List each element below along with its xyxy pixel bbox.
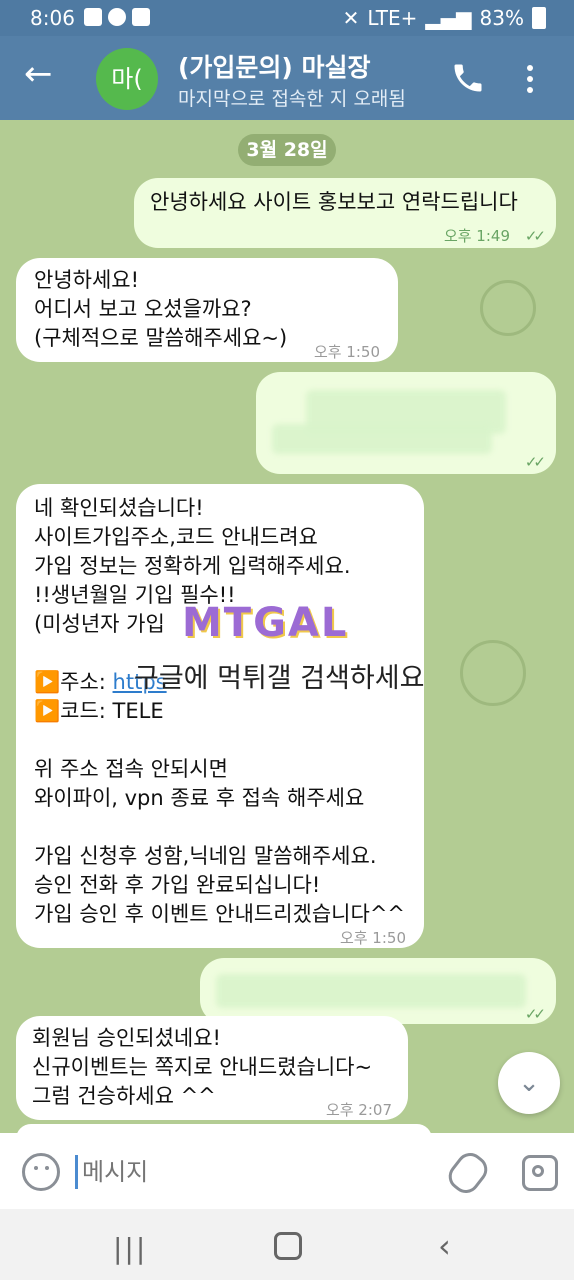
mute-icon: ✕ (342, 6, 360, 30)
watermark-caption: 구글에 먹튀갤 검색하세요 (134, 663, 425, 694)
watermark-logo: MTGAL (182, 600, 349, 646)
system-navigation-bar: ||| ‹ (0, 1209, 574, 1280)
message-line: 사이트가입주소,코드 안내드려요 (34, 525, 318, 549)
text-cursor (75, 1155, 78, 1189)
double-check-icon: ✓✓ (524, 227, 546, 245)
phone-icon[interactable] (450, 60, 486, 96)
chat-header: ← 마( (가입문의) 마실장 마지막으로 접속한 지 오래됨 (0, 36, 574, 120)
home-icon[interactable] (274, 1232, 302, 1260)
message-time: 오후 2:07 (325, 1101, 392, 1119)
message-bubble-incoming[interactable]: 회원님 승인되셨네요! 신규이벤트는 쪽지로 안내드렸습니다~ 그럼 건승하세요… (16, 1016, 408, 1120)
arrow-left-icon[interactable]: ← (24, 54, 53, 94)
message-input[interactable] (80, 1151, 384, 1193)
camera-icon[interactable] (522, 1155, 558, 1191)
redacted-text (272, 424, 492, 454)
shopping-bag-icon (132, 8, 150, 26)
message-text: 네 확인되셨습니다! 사이트가입주소,코드 안내드려요 가입 정보는 정확하게 … (34, 494, 405, 929)
chevron-down-icon[interactable]: ⌄ (498, 1052, 560, 1114)
wallpaper-doodle (480, 280, 536, 336)
message-bubble-outgoing[interactable]: ✓✓ (256, 372, 556, 474)
message-time: 오후 1:50 (339, 929, 406, 947)
message-bubble-outgoing[interactable]: ✓✓ (200, 958, 556, 1024)
message-bubble-incoming[interactable]: 네 확인되셨습니다! 사이트가입주소,코드 안내드려요 가입 정보는 정확하게 … (16, 484, 424, 948)
status-bar: 8:06 ✕ LTE+ ▂▄▆ 83% (0, 0, 574, 36)
message-bubble-incoming-partial[interactable] (16, 1124, 432, 1133)
message-line: 네 확인되셨습니다! (34, 496, 204, 520)
more-vertical-icon[interactable] (524, 62, 536, 96)
message-time: 오후 1:49 (443, 227, 510, 245)
network-label: LTE+ (367, 6, 418, 30)
status-app-icons (84, 8, 150, 26)
signal-icon: ▂▄▆ (425, 6, 472, 30)
message-text: 회원님 승인되셨네요! 신규이벤트는 쪽지로 안내드렸습니다~ 그럼 건승하세요… (32, 1026, 373, 1108)
paperclip-icon[interactable] (443, 1147, 493, 1199)
message-line: 가입 신청후 성함,닉네임 말씀해주세요. (34, 844, 377, 868)
message-time: 오후 1:50 (313, 343, 380, 361)
status-right: ✕ LTE+ ▂▄▆ 83% (343, 6, 546, 30)
recent-apps-icon[interactable]: ||| (113, 1232, 147, 1265)
message-line: 가입 정보는 정확하게 입력해주세요. (34, 554, 351, 578)
redacted-text (216, 974, 526, 1008)
battery-label: 83% (479, 6, 524, 30)
double-check-icon: ✓✓ (524, 453, 546, 471)
message-bubble-incoming[interactable]: 안녕하세요! 어디서 보고 오셨을까요? (구체적으로 말씀해주세요~) 오후 … (16, 258, 398, 362)
message-text: 안녕하세요 사이트 홍보보고 연락드립니다 (150, 190, 518, 214)
back-icon[interactable]: ‹ (438, 1227, 451, 1265)
chat-area[interactable]: 3월 28일 안녕하세요 사이트 홍보보고 연락드립니다 오후 1:49 ✓✓ … (0, 120, 574, 1133)
message-line (34, 813, 405, 842)
account-icon (108, 8, 126, 26)
battery-icon (532, 7, 546, 29)
smile-icon[interactable] (22, 1153, 60, 1191)
date-separator: 3월 28일 (238, 134, 336, 166)
message-input-bar (0, 1133, 574, 1209)
message-text: 안녕하세요! 어디서 보고 오셨을까요? (구체적으로 말씀해주세요~) (34, 268, 288, 350)
message-line: 승인 전화 후 가입 완료되십니다! (34, 873, 321, 897)
avatar[interactable]: 마( (96, 48, 158, 110)
message-line (34, 726, 405, 755)
message-line: 와이파이, vpn 종료 후 접속 해주세요 (34, 786, 365, 810)
message-line: 위 주소 접속 안되시면 (34, 757, 228, 781)
gallery-icon (84, 8, 102, 26)
message-bubble-outgoing[interactable]: 안녕하세요 사이트 홍보보고 연락드립니다 오후 1:49 ✓✓ (134, 178, 556, 248)
message-line: ▶️코드: TELE (34, 699, 164, 723)
status-time: 8:06 (30, 6, 75, 30)
address-label: ▶️주소: (34, 670, 113, 694)
last-seen-status: 마지막으로 접속한 지 오래됨 (178, 88, 406, 110)
double-check-icon: ✓✓ (524, 1005, 546, 1023)
wallpaper-doodle (460, 640, 526, 706)
chat-title[interactable]: (가입문의) 마실장 (178, 48, 371, 84)
